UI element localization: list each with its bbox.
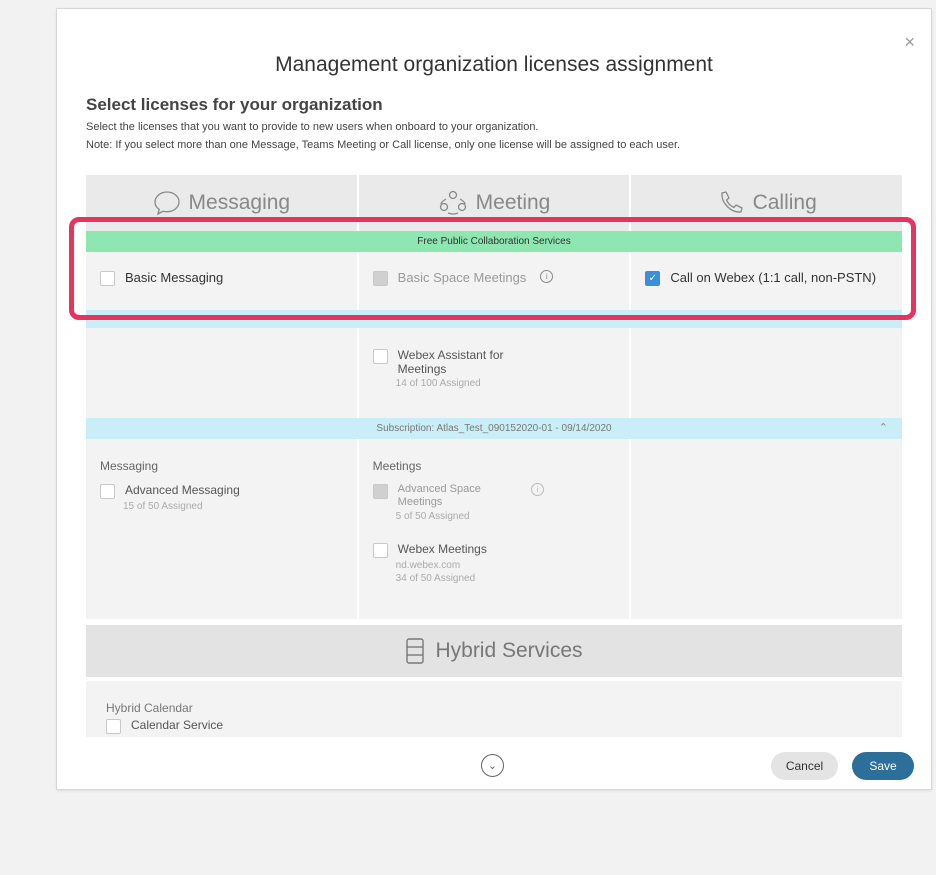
- basic-messaging-label: Basic Messaging: [125, 270, 224, 285]
- advanced-space-meetings-label: Advanced Space Meetings: [397, 483, 481, 508]
- advanced-space-meetings-checkbox: [372, 484, 388, 499]
- first-sub-messaging-cell: [86, 328, 357, 418]
- basic-messaging-option[interactable]: Basic Messaging: [100, 270, 343, 286]
- advanced-space-meetings-option: Advanced Space Meetings i: [372, 483, 616, 509]
- basic-space-meetings-option: Basic Space Meetings i: [372, 270, 616, 286]
- info-icon[interactable]: i: [530, 483, 544, 496]
- webex-assistant-label: Webex Assistant for Meetings: [397, 348, 504, 376]
- hybrid-services-header: Hybrid Services: [86, 625, 902, 677]
- chevron-up-icon[interactable]: ⌃: [879, 421, 888, 434]
- sub-meeting-cell: Meetings Advanced Space Meetings i 5 of 5…: [356, 439, 630, 619]
- first-subscription-band: [86, 310, 902, 328]
- subscription-band[interactable]: Subscription: Atlas_Test_090152020-01 - …: [86, 418, 902, 439]
- dialog-subtitle: Select licenses for your organization: [86, 95, 383, 114]
- people-icon: [439, 190, 466, 215]
- calendar-service-label: Calendar Service: [131, 718, 224, 732]
- dialog-note: Note: If you select more than one Messag…: [86, 139, 681, 151]
- calendar-service-option[interactable]: Calendar Service: [106, 718, 882, 734]
- license-assignment-dialog: × Management organization licenses assig…: [56, 8, 932, 790]
- chevron-down-circle-icon[interactable]: ⌄: [481, 754, 504, 777]
- call-on-webex-checkbox[interactable]: ✓: [645, 271, 661, 286]
- subscription-band-label: Subscription: Atlas_Test_090152020-01 - …: [376, 423, 612, 434]
- call-on-webex-label: Call on Webex (1:1 call, non-PSTN): [670, 270, 877, 285]
- column-header-meeting: Meeting: [356, 175, 630, 231]
- chat-bubble-icon: [153, 191, 180, 216]
- sub-calling-cell: [629, 439, 902, 619]
- webex-meetings-label: Webex Meetings: [397, 542, 487, 556]
- webex-meetings-count: 34 of 50 Assigned: [395, 573, 476, 584]
- hybrid-services-title: Hybrid Services: [435, 639, 583, 662]
- webex-meetings-site: nd.webex.com: [395, 560, 461, 571]
- hybrid-calendar-group-label: Hybrid Calendar: [106, 701, 193, 715]
- hybrid-services-body: Hybrid Calendar Calendar Service: [86, 681, 902, 737]
- first-subscription-row: Webex Assistant for Meetings 14 of 100 As…: [86, 328, 902, 418]
- dialog-description: Select the licenses that you want to pro…: [86, 121, 539, 133]
- first-sub-calling-cell: [629, 328, 902, 418]
- webex-meetings-option[interactable]: Webex Meetings: [372, 542, 616, 558]
- sub-messaging-cell: Messaging Advanced Messaging 15 of 50 As…: [86, 439, 357, 619]
- column-header-calling: Calling: [629, 175, 902, 231]
- free-calling-cell: ✓ Call on Webex (1:1 call, non-PSTN): [629, 252, 902, 310]
- licenses-scroll-area[interactable]: Messaging Meeting Calling Free Public Co…: [86, 175, 902, 737]
- advanced-messaging-label: Advanced Messaging: [125, 483, 240, 497]
- webex-assistant-checkbox[interactable]: [372, 349, 388, 364]
- column-label-calling: Calling: [752, 191, 817, 214]
- close-icon[interactable]: ×: [904, 33, 915, 51]
- subscription-row: Messaging Advanced Messaging 15 of 50 As…: [86, 439, 902, 619]
- cancel-button[interactable]: Cancel: [771, 752, 838, 780]
- basic-messaging-checkbox[interactable]: [100, 271, 115, 286]
- dialog-title: Management organization licenses assignm…: [275, 53, 713, 76]
- messaging-group-label: Messaging: [100, 459, 159, 473]
- free-meeting-cell: Basic Space Meetings i: [356, 252, 630, 310]
- meetings-group-label: Meetings: [372, 459, 422, 473]
- server-icon: [406, 638, 425, 664]
- basic-space-meetings-checkbox: [372, 271, 388, 286]
- free-messaging-cell: Basic Messaging: [86, 252, 357, 310]
- advanced-messaging-checkbox[interactable]: [100, 484, 115, 499]
- webex-assistant-count: 14 of 100 Assigned: [395, 378, 481, 389]
- column-header-messaging: Messaging: [86, 175, 357, 231]
- column-headers: Messaging Meeting Calling: [86, 175, 902, 231]
- first-sub-meeting-cell: Webex Assistant for Meetings 14 of 100 As…: [356, 328, 630, 418]
- advanced-space-meetings-count: 5 of 50 Assigned: [395, 511, 470, 522]
- basic-space-meetings-label: Basic Space Meetings: [397, 270, 527, 285]
- free-services-band: Free Public Collaboration Services: [86, 231, 902, 252]
- webex-meetings-checkbox[interactable]: [372, 543, 388, 558]
- advanced-messaging-option[interactable]: Advanced Messaging: [100, 483, 343, 499]
- save-button[interactable]: Save: [852, 752, 914, 780]
- column-label-messaging: Messaging: [188, 191, 291, 214]
- calendar-service-checkbox[interactable]: [106, 719, 121, 734]
- call-on-webex-option[interactable]: ✓ Call on Webex (1:1 call, non-PSTN): [645, 270, 888, 286]
- phone-icon: [720, 191, 743, 213]
- info-icon[interactable]: i: [540, 270, 554, 283]
- column-label-meeting: Meeting: [475, 191, 551, 214]
- webex-assistant-option[interactable]: Webex Assistant for Meetings: [372, 348, 616, 376]
- free-services-row: Basic Messaging Basic Space Meetings i ✓…: [86, 252, 902, 310]
- advanced-messaging-count: 15 of 50 Assigned: [123, 501, 203, 512]
